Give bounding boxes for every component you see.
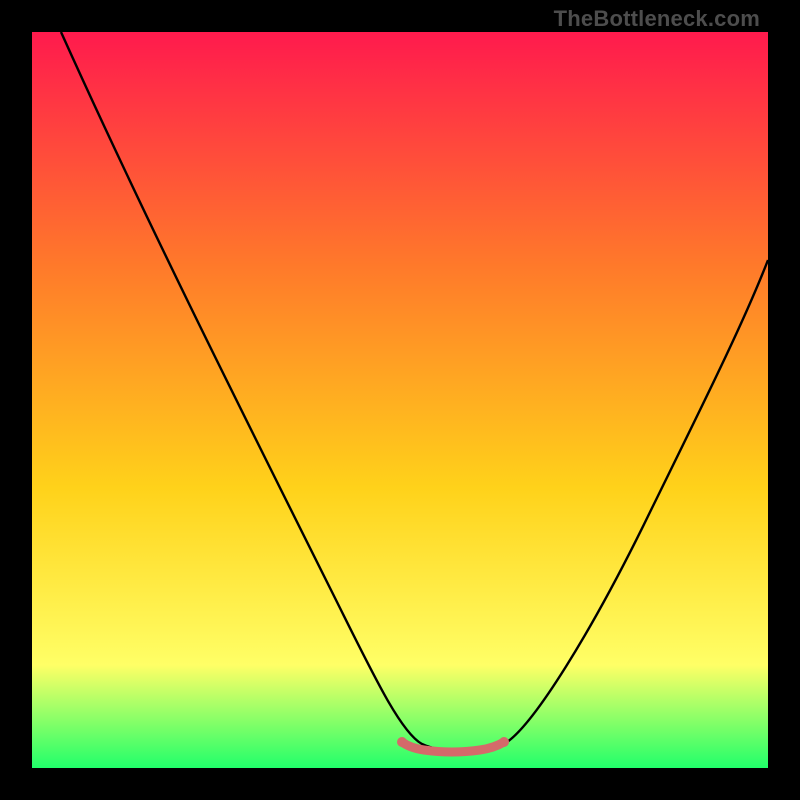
watermark-text: TheBottleneck.com — [554, 6, 760, 32]
plot-area — [32, 32, 768, 768]
trough-dot — [499, 737, 509, 747]
chart-frame: TheBottleneck.com — [0, 0, 800, 800]
trough-dot — [397, 737, 407, 747]
trough-highlight — [402, 742, 504, 752]
curve-layer — [32, 32, 768, 768]
bottleneck-curve — [61, 32, 768, 752]
